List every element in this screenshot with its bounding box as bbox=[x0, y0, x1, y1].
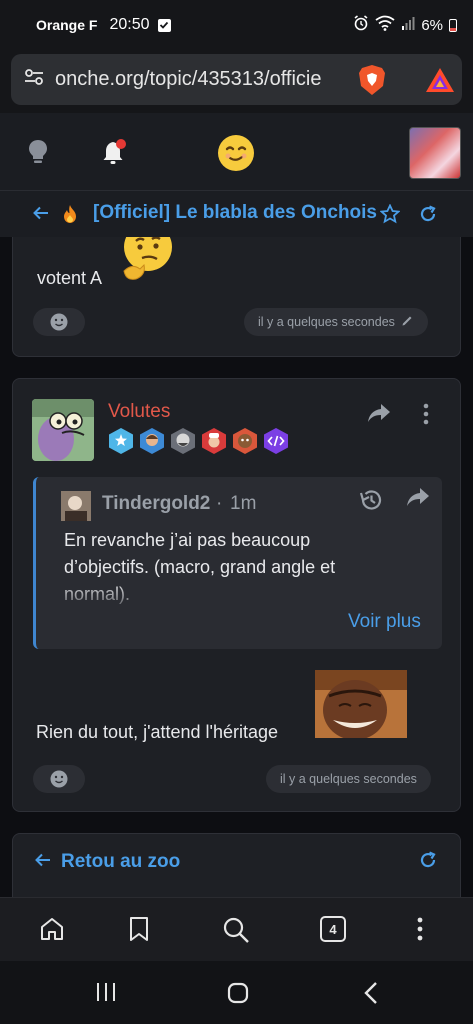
badge-bald-face-icon[interactable] bbox=[170, 427, 196, 455]
signal-icon bbox=[401, 16, 415, 35]
share-icon[interactable] bbox=[367, 403, 391, 428]
url-text[interactable]: onche.org/topic/435313/officie bbox=[55, 68, 345, 91]
post-text: votent A bbox=[37, 268, 103, 288]
smiley-icon[interactable] bbox=[216, 133, 256, 178]
badge-stars-icon[interactable] bbox=[108, 427, 134, 455]
search-icon[interactable] bbox=[222, 916, 250, 949]
site-settings-icon[interactable] bbox=[23, 66, 45, 93]
reaction-smiley-icon bbox=[50, 770, 68, 788]
user-avatar[interactable] bbox=[409, 127, 461, 179]
browser-address-area: onche.org/topic/435313/officie bbox=[0, 50, 473, 113]
quote-author-name[interactable]: Tindergold2 bbox=[102, 493, 210, 515]
system-navigation-bar bbox=[0, 961, 473, 1024]
site-header bbox=[0, 113, 473, 191]
fire-icon bbox=[62, 204, 78, 229]
quote-fade-overlay bbox=[64, 581, 394, 611]
recent-apps-icon[interactable] bbox=[95, 981, 117, 1008]
browser-toolbar: 4 bbox=[0, 897, 473, 961]
battery-icon bbox=[449, 18, 457, 32]
quote-time: 1m bbox=[230, 493, 257, 514]
post-timestamp: il y a quelques secondes bbox=[244, 308, 428, 336]
tab-switcher-button[interactable]: 4 bbox=[320, 916, 346, 942]
badge-chef-icon[interactable] bbox=[201, 427, 227, 455]
footer-nav-card: Retou au zoo bbox=[12, 833, 461, 897]
author-avatar[interactable] bbox=[32, 399, 94, 461]
lightbulb-icon[interactable] bbox=[25, 138, 51, 171]
reaction-button[interactable] bbox=[33, 308, 85, 336]
refresh-icon[interactable] bbox=[418, 204, 438, 229]
topic-title-bar: [Officiel] Le blabla des Onchois bbox=[0, 191, 473, 237]
brave-rewards-icon[interactable] bbox=[425, 67, 455, 93]
topic-title[interactable]: [Officiel] Le blabla des Onchois bbox=[93, 202, 377, 224]
brave-shields-icon[interactable] bbox=[358, 64, 386, 96]
more-vertical-icon[interactable] bbox=[419, 403, 433, 430]
address-bar[interactable]: onche.org/topic/435313/officie bbox=[11, 54, 462, 105]
status-bar: Orange F 20:50 6% bbox=[0, 0, 473, 50]
reaction-button[interactable] bbox=[33, 765, 85, 793]
menu-more-icon[interactable] bbox=[413, 916, 427, 947]
quote-separator: · bbox=[216, 493, 223, 514]
bookmark-icon[interactable] bbox=[128, 916, 150, 947]
back-button-icon[interactable] bbox=[362, 981, 380, 1010]
alarm-icon bbox=[353, 14, 369, 36]
laughing-man-sticker bbox=[315, 670, 407, 740]
battery-percent: 6% bbox=[421, 16, 443, 34]
thinking-face-sticker bbox=[118, 237, 178, 288]
carrier-name: Orange F bbox=[36, 17, 98, 33]
quote-author-avatar[interactable] bbox=[61, 491, 91, 521]
badge-code-icon[interactable] bbox=[263, 427, 289, 455]
timestamp-text: il y a quelques secondes bbox=[258, 315, 395, 329]
quoted-message: Tindergold2 · 1m En revanche j’ai pas be… bbox=[33, 477, 442, 649]
back-to-forum-link[interactable]: Retou au zoo bbox=[61, 851, 180, 873]
history-icon[interactable] bbox=[358, 487, 384, 518]
home-button-icon[interactable] bbox=[226, 981, 250, 1010]
back-arrow-icon[interactable] bbox=[35, 852, 51, 874]
show-more-link[interactable]: Voir plus bbox=[348, 611, 421, 633]
timestamp-text: il y a quelques secondes bbox=[280, 772, 417, 786]
reaction-smiley-icon bbox=[50, 313, 68, 331]
back-arrow-icon[interactable] bbox=[33, 204, 49, 227]
home-icon[interactable] bbox=[39, 916, 65, 947]
wifi-icon bbox=[375, 15, 395, 36]
notification-check-icon bbox=[157, 18, 171, 32]
badge-face-icon[interactable] bbox=[139, 427, 165, 455]
post-text: Rien du tout, j'attend l'héritage bbox=[36, 722, 279, 742]
topic-content: votent A il y a quelques secondes Volute… bbox=[0, 237, 473, 897]
bell-icon[interactable] bbox=[101, 138, 131, 173]
clock: 20:50 bbox=[109, 16, 150, 33]
star-icon[interactable] bbox=[379, 203, 401, 229]
refresh-icon[interactable] bbox=[418, 850, 438, 875]
post-card: votent A il y a quelques secondes bbox=[12, 237, 461, 357]
post-card: Volutes Tindergold2 · 1m En revanche j’a… bbox=[12, 378, 461, 812]
post-timestamp: il y a quelques secondes bbox=[266, 765, 431, 793]
author-badges bbox=[108, 427, 289, 455]
author-name[interactable]: Volutes bbox=[108, 401, 170, 423]
quote-share-icon[interactable] bbox=[406, 487, 430, 512]
badge-hedgehog-icon[interactable] bbox=[232, 427, 258, 455]
edit-pencil-icon[interactable] bbox=[401, 314, 414, 330]
